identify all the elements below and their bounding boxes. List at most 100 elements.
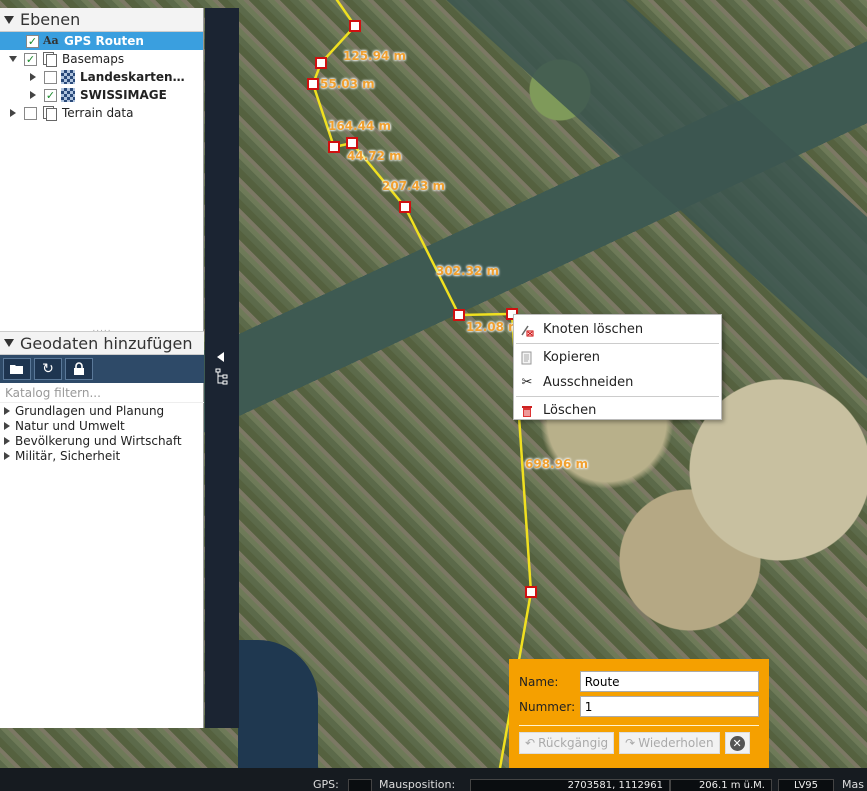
layer-item-landeskarten[interactable]: Landeskarten… bbox=[0, 68, 203, 86]
elevation-display: 206.1 m ü.M. bbox=[670, 779, 772, 791]
undo-icon: ↶ bbox=[525, 736, 536, 750]
category-label: Militär, Sicherheit bbox=[15, 448, 121, 463]
route-vertex[interactable] bbox=[307, 78, 319, 90]
layer-group-icon bbox=[41, 106, 57, 121]
category-label: Grundlagen und Planung bbox=[15, 403, 165, 418]
catalog-category[interactable]: Natur und Umwelt bbox=[0, 418, 204, 433]
name-field[interactable]: Route bbox=[579, 671, 759, 692]
layer-checkbox[interactable] bbox=[44, 70, 57, 84]
menu-item-label: Löschen bbox=[543, 403, 597, 418]
refresh-icon[interactable]: ↻ bbox=[34, 358, 62, 380]
context-menu: Knoten löschen Kopieren ✂ Ausschneiden L… bbox=[513, 314, 722, 420]
collapse-triangle-icon[interactable] bbox=[4, 15, 14, 24]
number-label: Nummer: bbox=[519, 699, 576, 714]
layer-label: Terrain data bbox=[62, 106, 134, 120]
collapse-arrow-icon[interactable] bbox=[217, 352, 224, 362]
layer-label: SWISSIMAGE bbox=[80, 88, 167, 102]
geodata-panel-header[interactable]: Geodaten hinzufügen bbox=[0, 331, 204, 355]
expand-triangle-icon bbox=[4, 421, 10, 430]
catalog-category[interactable]: Bevölkerung und Wirtschaft bbox=[0, 433, 204, 448]
close-button[interactable]: ✕ bbox=[724, 732, 750, 754]
route-vertex[interactable] bbox=[328, 141, 340, 153]
mouse-position-label: Mausposition: bbox=[379, 778, 456, 791]
name-label: Name: bbox=[519, 674, 559, 689]
layer-label: GPS Routen bbox=[64, 34, 144, 48]
menu-item-cut[interactable]: ✂ Ausschneiden bbox=[514, 370, 721, 395]
route-vertex[interactable] bbox=[525, 586, 537, 598]
category-label: Natur und Umwelt bbox=[15, 418, 125, 433]
route-vertex[interactable] bbox=[346, 137, 358, 149]
segment-length-label: 125.94 m bbox=[343, 49, 406, 63]
collapse-triangle-icon[interactable] bbox=[4, 339, 14, 347]
layer-tree-icon[interactable] bbox=[215, 368, 231, 386]
layer-item-basemaps[interactable]: Basemaps bbox=[0, 50, 203, 68]
sidebar-collapse-bar[interactable] bbox=[205, 8, 239, 728]
segment-length-label: 164.44 m bbox=[328, 119, 391, 133]
menu-item-delete[interactable]: Löschen bbox=[514, 398, 721, 423]
menu-item-copy[interactable]: Kopieren bbox=[514, 345, 721, 370]
layer-checkbox[interactable] bbox=[26, 34, 39, 48]
menu-separator bbox=[516, 343, 719, 344]
layers-panel-header[interactable]: Ebenen bbox=[0, 8, 203, 32]
route-vertex[interactable] bbox=[349, 20, 361, 32]
segment-length-label: 44.72 m bbox=[347, 149, 402, 163]
catalog-category[interactable]: Militär, Sicherheit bbox=[0, 448, 204, 463]
geodata-panel-title: Geodaten hinzufügen bbox=[20, 333, 193, 353]
left-sidebar: Ebenen Aa GPS Routen Basemaps Landeskart… bbox=[0, 8, 204, 728]
layer-group-icon bbox=[41, 52, 57, 67]
segment-length-label: 302.32 m bbox=[436, 264, 499, 278]
menu-item-delete-node[interactable]: Knoten löschen bbox=[514, 317, 721, 342]
expand-triangle-icon bbox=[4, 451, 10, 460]
geodata-toolbar: ↻ bbox=[0, 355, 204, 383]
route-line[interactable] bbox=[311, 0, 533, 768]
map-tile-icon bbox=[61, 88, 75, 102]
layer-label: Basemaps bbox=[62, 52, 125, 66]
layer-item-terrain[interactable]: Terrain data bbox=[0, 104, 203, 122]
expand-triangle-icon[interactable] bbox=[30, 91, 36, 99]
expand-triangle-icon[interactable] bbox=[9, 56, 17, 62]
route-vertex[interactable] bbox=[453, 309, 465, 321]
redo-icon: ↷ bbox=[625, 736, 636, 750]
layer-label: Landeskarten… bbox=[80, 70, 185, 84]
gps-toggle[interactable] bbox=[348, 779, 372, 791]
status-bar: GPS: Mausposition: 2703581, 1112961 206.… bbox=[0, 768, 867, 791]
segment-length-label: 55.03 m bbox=[320, 77, 375, 91]
text-layer-icon: Aa bbox=[43, 34, 59, 47]
segment-length-label: 207.43 m bbox=[382, 179, 445, 193]
route-vertex[interactable] bbox=[315, 57, 327, 69]
segment-length-label: 698.96 m bbox=[525, 457, 588, 471]
lock-icon[interactable] bbox=[65, 358, 93, 380]
number-field[interactable]: 1 bbox=[579, 696, 759, 717]
scissors-icon: ✂ bbox=[521, 375, 533, 390]
catalog-category[interactable]: Grundlagen und Planung bbox=[0, 403, 204, 418]
layer-checkbox[interactable] bbox=[24, 106, 37, 120]
layers-panel-title: Ebenen bbox=[20, 10, 81, 29]
redo-button[interactable]: ↷ Wiederholen bbox=[619, 732, 720, 754]
crs-select[interactable]: LV95 bbox=[778, 779, 834, 791]
expand-triangle-icon[interactable] bbox=[30, 73, 36, 81]
layer-checkbox[interactable] bbox=[44, 88, 57, 102]
layer-item-swissimage[interactable]: SWISSIMAGE bbox=[0, 86, 203, 104]
layer-item-gps-routen[interactable]: Aa GPS Routen bbox=[0, 32, 203, 50]
layer-checkbox[interactable] bbox=[24, 52, 37, 66]
copy-icon bbox=[519, 350, 535, 366]
map-tile-icon bbox=[61, 70, 75, 84]
coordinates-display: 2703581, 1112961 bbox=[470, 779, 670, 791]
menu-item-label: Kopieren bbox=[543, 350, 600, 365]
route-vertex[interactable] bbox=[399, 201, 411, 213]
expand-triangle-icon bbox=[4, 436, 10, 445]
category-label: Bevölkerung und Wirtschaft bbox=[15, 433, 182, 448]
trash-icon bbox=[519, 403, 535, 419]
menu-item-label: Knoten löschen bbox=[543, 322, 644, 337]
layer-tree: Aa GPS Routen Basemaps Landeskarten… SWI… bbox=[0, 32, 203, 332]
menu-item-label: Ausschneiden bbox=[543, 375, 634, 390]
undo-button[interactable]: ↶ Rückgängig bbox=[519, 732, 615, 754]
expand-triangle-icon[interactable] bbox=[10, 109, 16, 117]
form-separator bbox=[519, 725, 759, 726]
folder-open-icon[interactable] bbox=[3, 358, 31, 380]
redo-label: Wiederholen bbox=[638, 736, 714, 750]
catalog-filter-input[interactable]: Katalog filtern... bbox=[0, 383, 204, 403]
undo-label: Rückgängig bbox=[538, 736, 609, 750]
close-icon: ✕ bbox=[729, 735, 745, 751]
scale-label: Mas bbox=[842, 778, 864, 791]
